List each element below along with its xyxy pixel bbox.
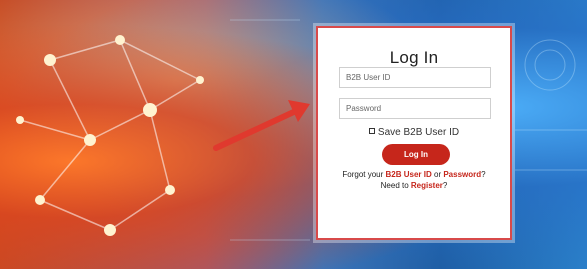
forgot-suffix: ? (481, 170, 486, 179)
forgot-line: Forgot your B2B User ID or Password? (318, 169, 510, 180)
user-id-input[interactable] (339, 67, 491, 88)
forgot-user-id-link[interactable]: B2B User ID (386, 170, 432, 179)
login-panel: Log In Save B2B User ID Log In Forgot yo… (316, 26, 512, 240)
register-suffix: ? (442, 181, 448, 190)
forgot-prefix: Forgot your (342, 170, 386, 179)
forgot-or: or (431, 170, 444, 179)
login-button[interactable]: Log In (382, 144, 450, 165)
help-text: Forgot your B2B User ID or Password? Nee… (318, 169, 510, 191)
register-line: Need to Register? (318, 180, 510, 191)
forgot-password-link[interactable]: Password (443, 170, 481, 179)
arrow-icon (213, 100, 310, 151)
register-prefix: Need to (380, 181, 411, 190)
login-title: Log In (389, 48, 439, 67)
password-input[interactable] (339, 98, 491, 119)
save-user-id-label: Save B2B User ID (377, 127, 460, 138)
save-user-id-checkbox[interactable] (368, 128, 375, 134)
register-link[interactable]: Register (411, 181, 443, 190)
save-user-id-row[interactable]: Save B2B User ID (318, 127, 510, 138)
